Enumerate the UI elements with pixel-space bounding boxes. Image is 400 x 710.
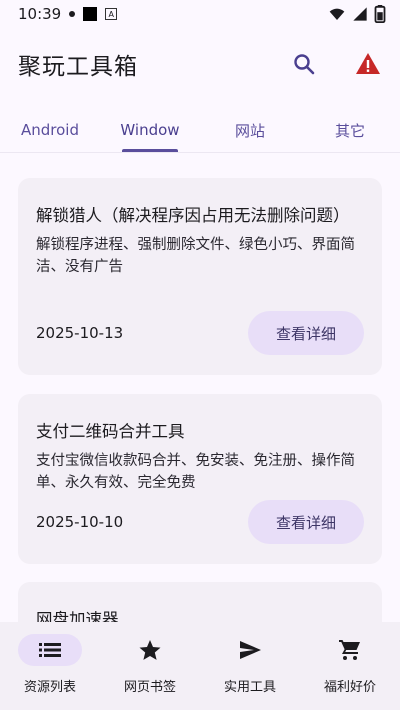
star-icon: [139, 640, 161, 660]
card-date: 2025-10-13: [36, 324, 124, 342]
card-date: 2025-10-10: [36, 513, 124, 531]
tab-label: Window: [120, 121, 180, 139]
card-description: 解锁程序进程、强制删除文件、绿色小巧、界面简洁、没有广告: [36, 237, 355, 275]
warning-button[interactable]: [354, 50, 382, 78]
category-tabs: Android Window 网站 其它: [0, 108, 400, 152]
tab-website[interactable]: 网站: [200, 108, 300, 152]
card-title: 支付二维码合并工具: [36, 422, 185, 441]
nav-item-bookmarks[interactable]: 网页书签: [100, 622, 200, 710]
resource-card[interactable]: 网盘加速器: [18, 582, 382, 622]
tab-label: 网站: [234, 121, 265, 140]
nav-label: 资源列表: [23, 680, 76, 695]
warning-icon: [356, 53, 380, 74]
tab-android[interactable]: Android: [0, 108, 100, 152]
send-icon: [240, 641, 261, 659]
tab-label: Android: [21, 121, 79, 139]
resource-card[interactable]: 解锁猎人（解决程序因占用无法删除问题） 解锁程序进程、强制删除文件、绿色小巧、界…: [18, 178, 382, 375]
tab-divider: [0, 152, 400, 153]
cart-icon: [339, 640, 360, 660]
battery-icon: [374, 5, 386, 23]
bottom-navigation: 资源列表 网页书签 实用工具 福利好价: [0, 622, 400, 710]
resource-card[interactable]: 支付二维码合并工具 支付宝微信收款码合并、免安装、免注册、操作简单、永久有效、完…: [18, 394, 382, 564]
view-details-button[interactable]: 查看详细: [248, 500, 364, 544]
nav-label: 网页书签: [123, 680, 176, 695]
nav-item-resource-list[interactable]: 资源列表: [0, 622, 100, 710]
nav-item-deals[interactable]: 福利好价: [300, 622, 400, 710]
card-title: 解锁猎人（解决程序因占用无法删除问题）: [36, 206, 350, 225]
resource-list[interactable]: 解锁猎人（解决程序因占用无法删除问题） 解锁程序进程、强制删除文件、绿色小巧、界…: [0, 178, 400, 622]
view-details-button[interactable]: 查看详细: [248, 311, 364, 355]
app-bar: 聚玩工具箱: [0, 36, 400, 92]
notification-dot-icon: [69, 11, 76, 17]
app-title: 聚玩工具箱: [18, 54, 138, 80]
status-time: 10:39: [18, 5, 62, 23]
card-title: 网盘加速器: [36, 610, 119, 622]
nav-label: 福利好价: [323, 680, 376, 695]
nav-label: 实用工具: [223, 680, 276, 695]
list-icon: [39, 643, 61, 657]
card-description: 支付宝微信收款码合并、免安装、免注册、操作简单、永久有效、完全免费: [36, 453, 355, 491]
notification-app-icon: A: [105, 8, 118, 20]
tab-label: 其它: [334, 121, 365, 140]
tab-other[interactable]: 其它: [300, 108, 400, 152]
wifi-icon: [329, 8, 345, 20]
notification-square-icon: [83, 7, 98, 21]
tab-window[interactable]: Window: [100, 108, 200, 152]
search-button[interactable]: [290, 50, 318, 78]
status-bar: 10:39 A: [0, 0, 400, 28]
nav-item-tools[interactable]: 实用工具: [200, 622, 300, 710]
signal-icon: [353, 7, 367, 21]
search-icon: [294, 54, 315, 75]
